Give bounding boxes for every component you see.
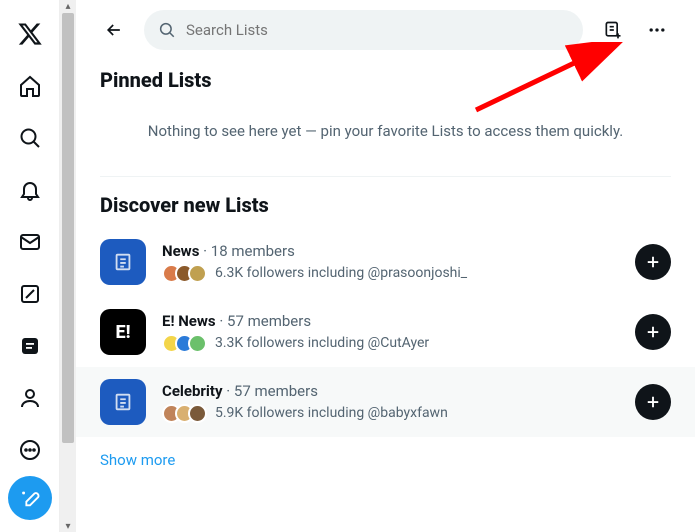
follower-avatars bbox=[162, 264, 207, 283]
search-bar[interactable] bbox=[144, 10, 583, 50]
compose-button[interactable] bbox=[8, 476, 52, 520]
scrollbar[interactable]: ▴ ▾ bbox=[60, 0, 76, 532]
list-name: Celebrity bbox=[162, 382, 223, 400]
follow-list-button[interactable] bbox=[635, 244, 671, 280]
scrollbar-thumb[interactable] bbox=[62, 13, 74, 443]
followers-text: 3.3K followers including @CutAyer bbox=[215, 335, 429, 351]
search-nav-icon[interactable] bbox=[8, 116, 52, 160]
grok-icon[interactable] bbox=[8, 272, 52, 316]
show-more-link[interactable]: Show more bbox=[100, 437, 671, 475]
list-members: 57 members bbox=[234, 382, 318, 400]
search-input[interactable] bbox=[186, 21, 569, 39]
profile-icon[interactable] bbox=[8, 376, 52, 420]
list-item-enews[interactable]: E! E! News · 57 members 3.3K followers i… bbox=[100, 297, 671, 367]
list-item-news[interactable]: News · 18 members 6.3K followers includi… bbox=[100, 227, 671, 297]
list-avatar-icon bbox=[100, 239, 146, 285]
scrollbar-up[interactable]: ▴ bbox=[62, 0, 74, 12]
notifications-icon[interactable] bbox=[8, 168, 52, 212]
list-name: E! News bbox=[162, 312, 216, 330]
list-name: News bbox=[162, 242, 199, 260]
follow-list-button[interactable] bbox=[635, 314, 671, 350]
list-avatar-icon bbox=[100, 379, 146, 425]
more-nav-icon[interactable] bbox=[8, 428, 52, 472]
home-icon[interactable] bbox=[8, 64, 52, 108]
list-body: Celebrity · 57 members 5.9K followers in… bbox=[162, 382, 619, 423]
list-members: 57 members bbox=[227, 312, 311, 330]
sidebar bbox=[0, 0, 60, 532]
follower-avatars bbox=[162, 334, 207, 353]
search-icon bbox=[158, 21, 176, 39]
topbar bbox=[100, 0, 671, 68]
pinned-empty-text: Nothing to see here yet — pin your favor… bbox=[100, 92, 671, 177]
list-body: News · 18 members 6.3K followers includi… bbox=[162, 242, 619, 283]
new-list-button[interactable] bbox=[599, 16, 627, 44]
more-options-button[interactable] bbox=[643, 16, 671, 44]
followers-text: 6.3K followers including @prasoonjoshi_ bbox=[215, 265, 467, 281]
list-members: 18 members bbox=[211, 242, 295, 260]
follower-avatars bbox=[162, 404, 207, 423]
followers-text: 5.9K followers including @babyxfawn bbox=[215, 405, 448, 421]
back-button[interactable] bbox=[100, 16, 128, 44]
logo-x[interactable] bbox=[8, 12, 52, 56]
list-body: E! News · 57 members 3.3K followers incl… bbox=[162, 312, 619, 353]
pinned-title: Pinned Lists bbox=[100, 68, 671, 92]
messages-icon[interactable] bbox=[8, 220, 52, 264]
discover-title: Discover new Lists bbox=[100, 177, 671, 227]
main-content: Pinned Lists Nothing to see here yet — p… bbox=[76, 0, 695, 532]
scrollbar-down[interactable]: ▾ bbox=[62, 520, 74, 532]
follow-list-button[interactable] bbox=[635, 384, 671, 420]
list-avatar-enews: E! bbox=[100, 309, 146, 355]
list-item-celebrity[interactable]: Celebrity · 57 members 5.9K followers in… bbox=[76, 367, 695, 437]
lists-nav-icon[interactable] bbox=[8, 324, 52, 368]
